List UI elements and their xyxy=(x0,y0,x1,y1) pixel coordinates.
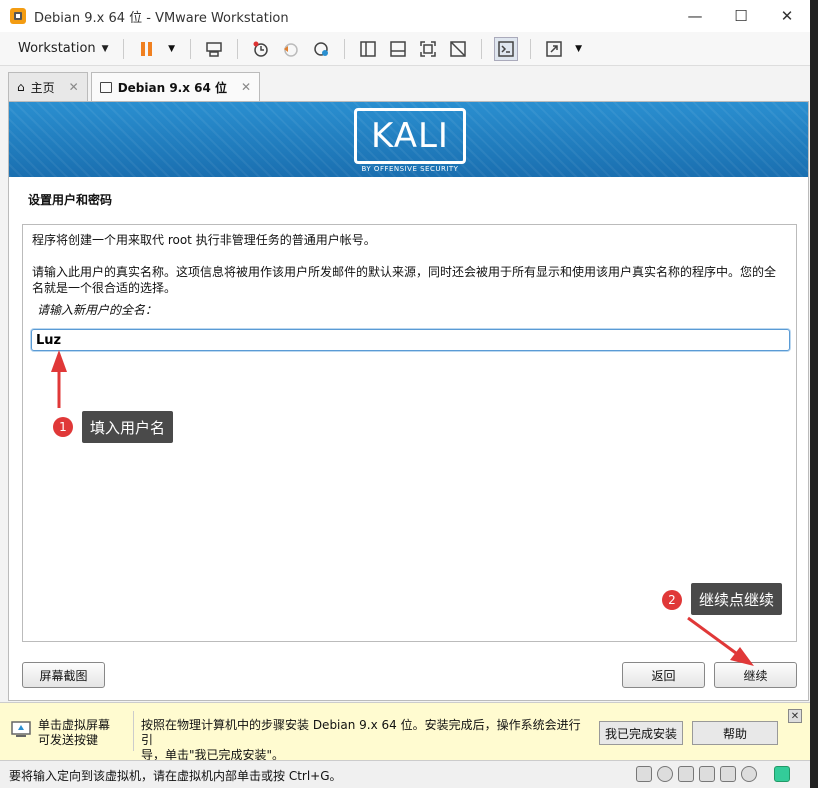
hint-close-icon[interactable]: ✕ xyxy=(788,709,802,723)
cd-dvd-icon[interactable] xyxy=(657,766,673,782)
toolbar: Workstation ▼ ▼ ▼ xyxy=(0,32,810,66)
hint-bar: 单击虚拟屏幕 可发送按键 按照在物理计算机中的步骤安装 Debian 9.x 6… xyxy=(0,702,810,763)
description-line-2a: 请输入此用户的真实名称。这项信息将被用作该用户所发邮件的默认来源，同时还会被用于… xyxy=(32,265,777,279)
kali-logo: KALI xyxy=(354,108,466,164)
stretch-dropdown-icon[interactable]: ▼ xyxy=(573,38,585,60)
window-controls: — ☐ ✕ xyxy=(672,0,810,32)
install-done-button[interactable]: 我已完成安装 xyxy=(599,721,683,745)
network-adapter-icon[interactable] xyxy=(678,766,694,782)
status-text: 要将输入定向到该虚拟机，请在虚拟机内部单击或按 Ctrl+G。 xyxy=(9,769,342,783)
annotation-2-label: 继续点继续 xyxy=(691,583,783,615)
screenshot-button[interactable]: 屏幕截图 xyxy=(22,662,105,688)
pause-icon[interactable] xyxy=(136,38,158,60)
back-button[interactable]: 返回 xyxy=(622,662,705,688)
tab-debian-vm[interactable]: Debian 9.x 64 位 ✕ xyxy=(90,72,261,101)
hint-click-screen: 单击虚拟屏幕 可发送按键 xyxy=(38,718,110,748)
workstation-menu[interactable]: Workstation ▼ xyxy=(12,37,115,60)
close-button[interactable]: ✕ xyxy=(764,0,810,32)
tab-bar: ⌂ 主页 ✕ Debian 9.x 64 位 ✕ xyxy=(8,72,263,101)
snapshot-manager-icon[interactable] xyxy=(310,38,332,60)
toolbar-divider xyxy=(480,38,482,59)
snapshot-icon[interactable] xyxy=(250,38,272,60)
hint-left-line-1: 单击虚拟屏幕 xyxy=(38,718,111,732)
vmware-window: Debian 9.x 64 位 - VMware Workstation — ☐… xyxy=(0,0,818,788)
thumbnail-icon[interactable] xyxy=(387,38,409,60)
minimize-button[interactable]: — xyxy=(672,0,718,32)
tab-home[interactable]: ⌂ 主页 ✕ xyxy=(8,72,88,101)
tab-debian-vm-label: Debian 9.x 64 位 xyxy=(117,80,228,95)
title-bar: Debian 9.x 64 位 - VMware Workstation — ☐… xyxy=(0,0,810,32)
toolbar-divider xyxy=(529,38,531,59)
sound-card-icon[interactable] xyxy=(741,766,757,782)
toolbar-divider xyxy=(189,38,191,59)
fullname-prompt: 请输入新用户的全名： xyxy=(37,303,158,317)
fullscreen-icon[interactable] xyxy=(417,38,439,60)
description-line-2b: 名就是一个很合适的选择。 xyxy=(32,281,177,295)
vm-screen[interactable]: KALI BY OFFENSIVE SECURITY 设置用户和密码 程序将创建… xyxy=(8,101,809,701)
chevron-down-icon: ▼ xyxy=(101,43,109,54)
window-title: Debian 9.x 64 位 - VMware Workstation xyxy=(34,10,289,26)
vmware-app-icon xyxy=(10,8,26,24)
hard-disk-icon[interactable] xyxy=(636,766,652,782)
help-button[interactable]: 帮助 xyxy=(692,721,778,745)
status-bar: 要将输入定向到该虚拟机，请在虚拟机内部单击或按 Ctrl+G。 xyxy=(0,760,810,788)
vm-icon xyxy=(99,81,112,93)
sidebar-icon[interactable] xyxy=(357,38,379,60)
console-icon[interactable] xyxy=(493,36,518,61)
kali-logo-subtitle: BY OFFENSIVE SECURITY xyxy=(361,165,459,173)
pause-dropdown-icon[interactable]: ▼ xyxy=(166,38,178,60)
fullname-input[interactable] xyxy=(31,329,790,351)
annotation-1-label: 填入用户名 xyxy=(82,411,174,443)
hint-divider xyxy=(133,711,134,751)
tab-debian-vm-close-icon[interactable]: ✕ xyxy=(241,80,251,94)
unity-icon[interactable] xyxy=(447,38,469,60)
revert-snapshot-icon[interactable] xyxy=(280,38,302,60)
tab-home-label: 主页 xyxy=(30,80,55,95)
home-icon: ⌂ xyxy=(17,80,25,94)
hint-message: 按照在物理计算机中的步骤安装 Debian 9.x 64 位。安装完成后，操作系… xyxy=(141,718,591,763)
annotation-1-number: 1 xyxy=(53,417,73,437)
annotation-2-number: 2 xyxy=(662,590,682,610)
section-title: 设置用户和密码 xyxy=(28,193,113,207)
toolbar-divider xyxy=(122,38,124,59)
hint-left-line-2: 可发送按键 xyxy=(38,733,99,747)
hint-main-line-1: 按照在物理计算机中的步骤安装 Debian 9.x 64 位。安装完成后，操作系… xyxy=(141,718,581,747)
toolbar-divider xyxy=(343,38,345,59)
stretch-icon[interactable] xyxy=(543,38,565,60)
tab-home-close-icon[interactable]: ✕ xyxy=(69,80,79,94)
toolbar-divider xyxy=(236,38,238,59)
description-line-1: 程序将创建一个用来取代 root 执行非管理任务的普通用户帐号。 xyxy=(32,233,376,247)
workstation-menu-label: Workstation xyxy=(18,41,96,56)
continue-button[interactable]: 继续 xyxy=(714,662,797,688)
printer-icon[interactable] xyxy=(720,766,736,782)
send-keys-icon[interactable] xyxy=(203,38,225,60)
device-icons xyxy=(636,766,790,782)
maximize-button[interactable]: ☐ xyxy=(718,0,764,32)
monitor-icon xyxy=(10,719,32,741)
message-log-icon[interactable] xyxy=(774,766,790,782)
kali-banner: KALI BY OFFENSIVE SECURITY xyxy=(9,102,808,177)
usb-icon[interactable] xyxy=(699,766,715,782)
